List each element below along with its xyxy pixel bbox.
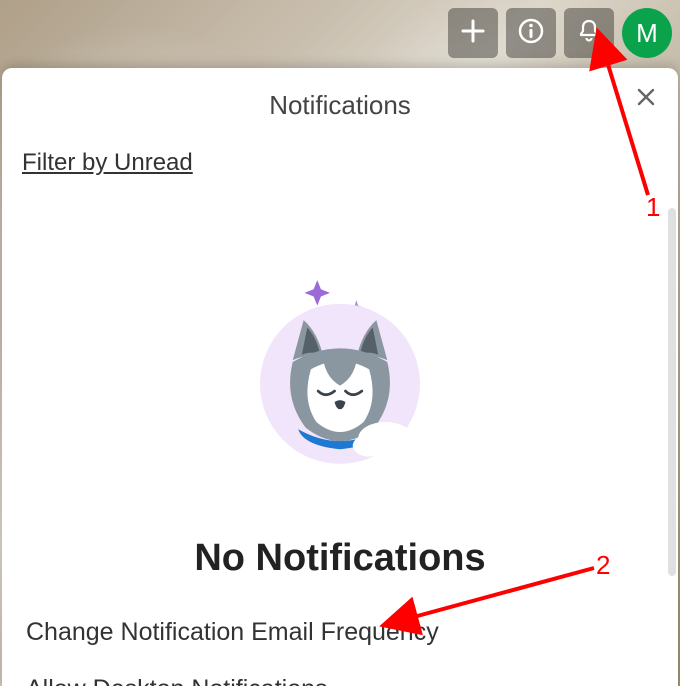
empty-title: No Notifications [194,537,485,580]
new-button[interactable] [448,8,498,58]
info-icon [517,17,545,50]
bell-icon [576,18,602,49]
panel-links: Change Notification Email Frequency Allo… [2,580,678,686]
avatar-initial: M [636,18,658,49]
header-toolbar: M [448,8,672,58]
close-icon [636,86,656,114]
filter-by-unread-link[interactable]: Filter by Unread [22,149,658,177]
notifications-button[interactable] [564,8,614,58]
panel-header: Notifications [2,68,678,135]
plus-icon [460,18,486,49]
scrollbar[interactable] [668,208,676,576]
allow-desktop-notifications-link[interactable]: Allow Desktop Notifications [26,661,654,686]
panel-title: Notifications [22,90,658,121]
empty-state: No Notifications Change Notification Ema… [2,177,678,686]
empty-illustration [240,257,440,487]
notifications-panel: Notifications Filter by Unread [2,68,678,686]
info-button[interactable] [506,8,556,58]
change-email-frequency-link[interactable]: Change Notification Email Frequency [26,604,654,661]
avatar[interactable]: M [622,8,672,58]
close-button[interactable] [632,86,660,114]
